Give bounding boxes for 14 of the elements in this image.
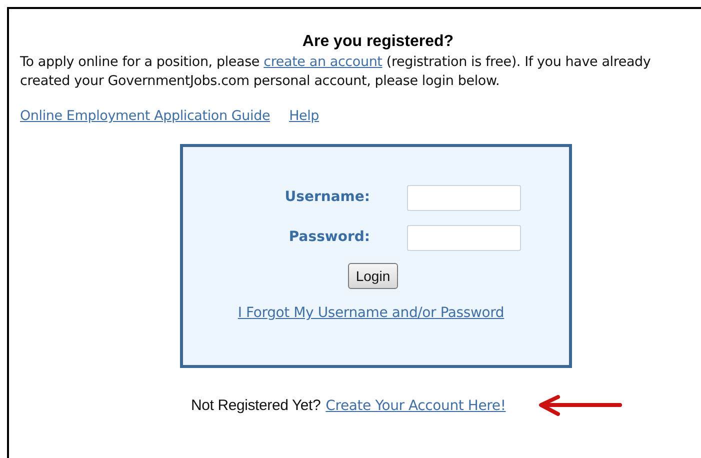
help-link[interactable]: Help — [289, 107, 320, 126]
field-label: Username: — [284, 188, 371, 207]
help-link[interactable]: Online Employment Application Guide — [20, 107, 270, 126]
input-field[interactable] — [407, 184, 521, 210]
intro-text: To apply online for a position, please create an account (registration is free). If you have already created your GovernmentJobs.com personal account, please login below. — [20, 53, 652, 91]
heading: Are you registered? — [302, 32, 454, 52]
forgot-link[interactable]: I Forgot My Username and/or Password — [238, 303, 504, 324]
create-account-link[interactable]: create an account — [264, 54, 382, 70]
input-field[interactable] — [407, 224, 521, 250]
register-prompt: Not Registered Yet? — [191, 396, 321, 416]
arrow-icon — [538, 395, 622, 418]
field-label: Password: — [288, 228, 371, 247]
create-account-link[interactable]: Create Your Account Here! — [326, 396, 506, 417]
login-button[interactable]: Login — [348, 263, 398, 289]
